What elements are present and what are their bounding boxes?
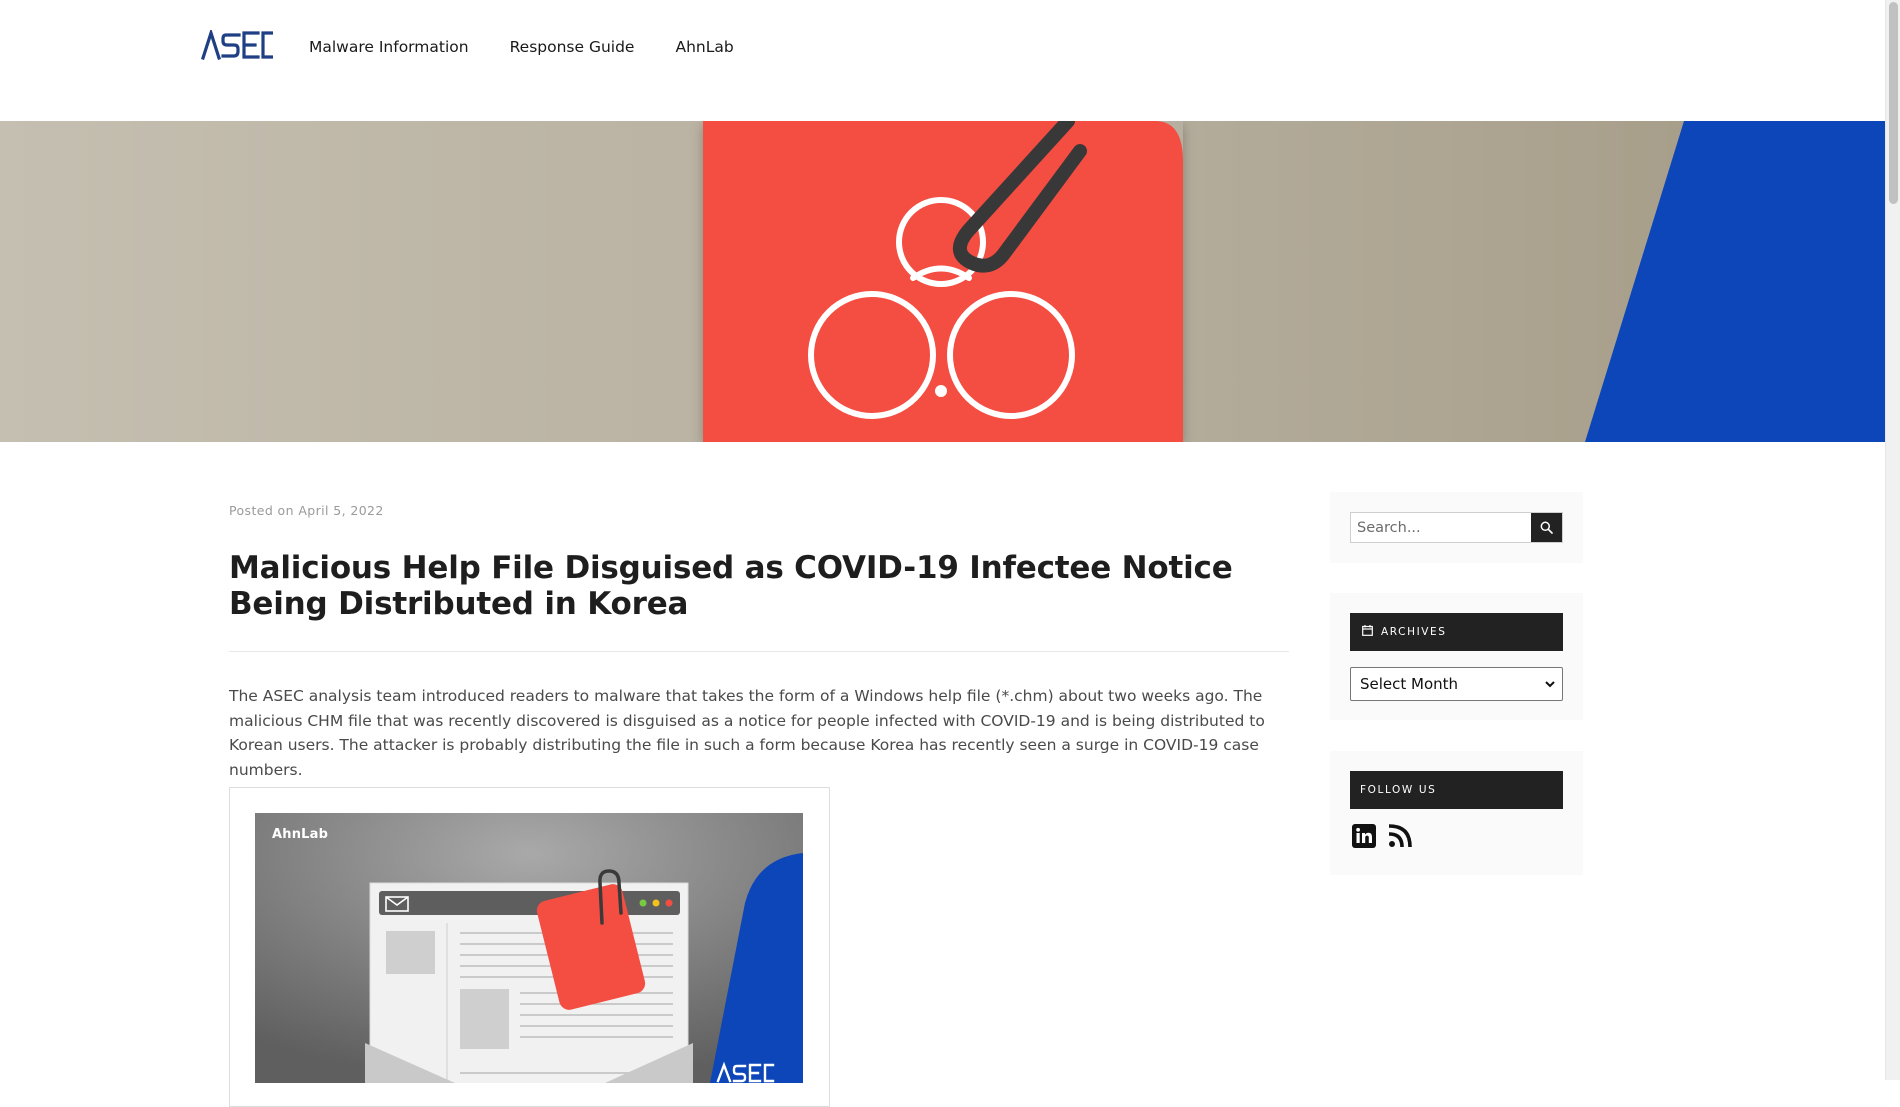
scrollbar-thumb[interactable]	[1889, 2, 1898, 204]
calendar-icon	[1362, 625, 1373, 639]
malicious-email-illustration	[255, 813, 803, 1083]
page-scrollbar[interactable]	[1885, 0, 1900, 1080]
biohazard-attachment-icon	[703, 121, 1885, 442]
main-nav: Malware Information Response Guide AhnLa…	[309, 36, 734, 58]
rss-link[interactable]	[1387, 823, 1413, 849]
archives-select-value: Select Month	[1360, 675, 1459, 693]
archives-heading-text: ARCHIVES	[1381, 626, 1447, 638]
figure-image: AhnLab	[255, 813, 803, 1083]
post-figure: AhnLab	[229, 787, 830, 1107]
post-title: Malicious Help File Disguised as COVID-1…	[229, 550, 1233, 622]
follow-us-widget: FOLLOW US	[1330, 751, 1583, 875]
follow-us-heading: FOLLOW US	[1350, 771, 1563, 809]
hero-banner	[0, 121, 1885, 442]
search-input[interactable]	[1351, 513, 1532, 542]
title-divider	[229, 651, 1289, 652]
post-date-link[interactable]: April 5, 2022	[298, 503, 383, 518]
asec-logo-mark	[201, 30, 273, 60]
post-body-paragraph: The ASEC analysis team introduced reader…	[229, 687, 1265, 779]
social-links	[1351, 823, 1413, 849]
linkedin-link[interactable]	[1351, 823, 1377, 849]
archives-widget: ARCHIVES Select Month	[1330, 593, 1583, 720]
linkedin-icon	[1352, 824, 1376, 848]
archives-heading: ARCHIVES	[1350, 613, 1563, 651]
archives-month-select[interactable]: Select Month	[1350, 667, 1563, 701]
chevron-down-icon	[1545, 681, 1555, 688]
site-header: Malware Information Response Guide AhnLa…	[0, 0, 1885, 121]
posted-on-label: Posted on	[229, 503, 294, 518]
search-form	[1350, 512, 1563, 543]
search-widget	[1330, 492, 1583, 563]
figure-brand-label: AhnLab	[272, 827, 329, 842]
nav-ahnlab[interactable]: AhnLab	[675, 38, 733, 56]
search-icon	[1540, 521, 1553, 534]
asec-logo[interactable]	[201, 30, 273, 60]
rss-icon	[1388, 824, 1412, 848]
nav-malware-information[interactable]: Malware Information	[309, 38, 469, 56]
post-meta: Posted on April 5, 2022	[229, 503, 384, 518]
search-button[interactable]	[1531, 513, 1562, 542]
nav-response-guide[interactable]: Response Guide	[510, 38, 635, 56]
